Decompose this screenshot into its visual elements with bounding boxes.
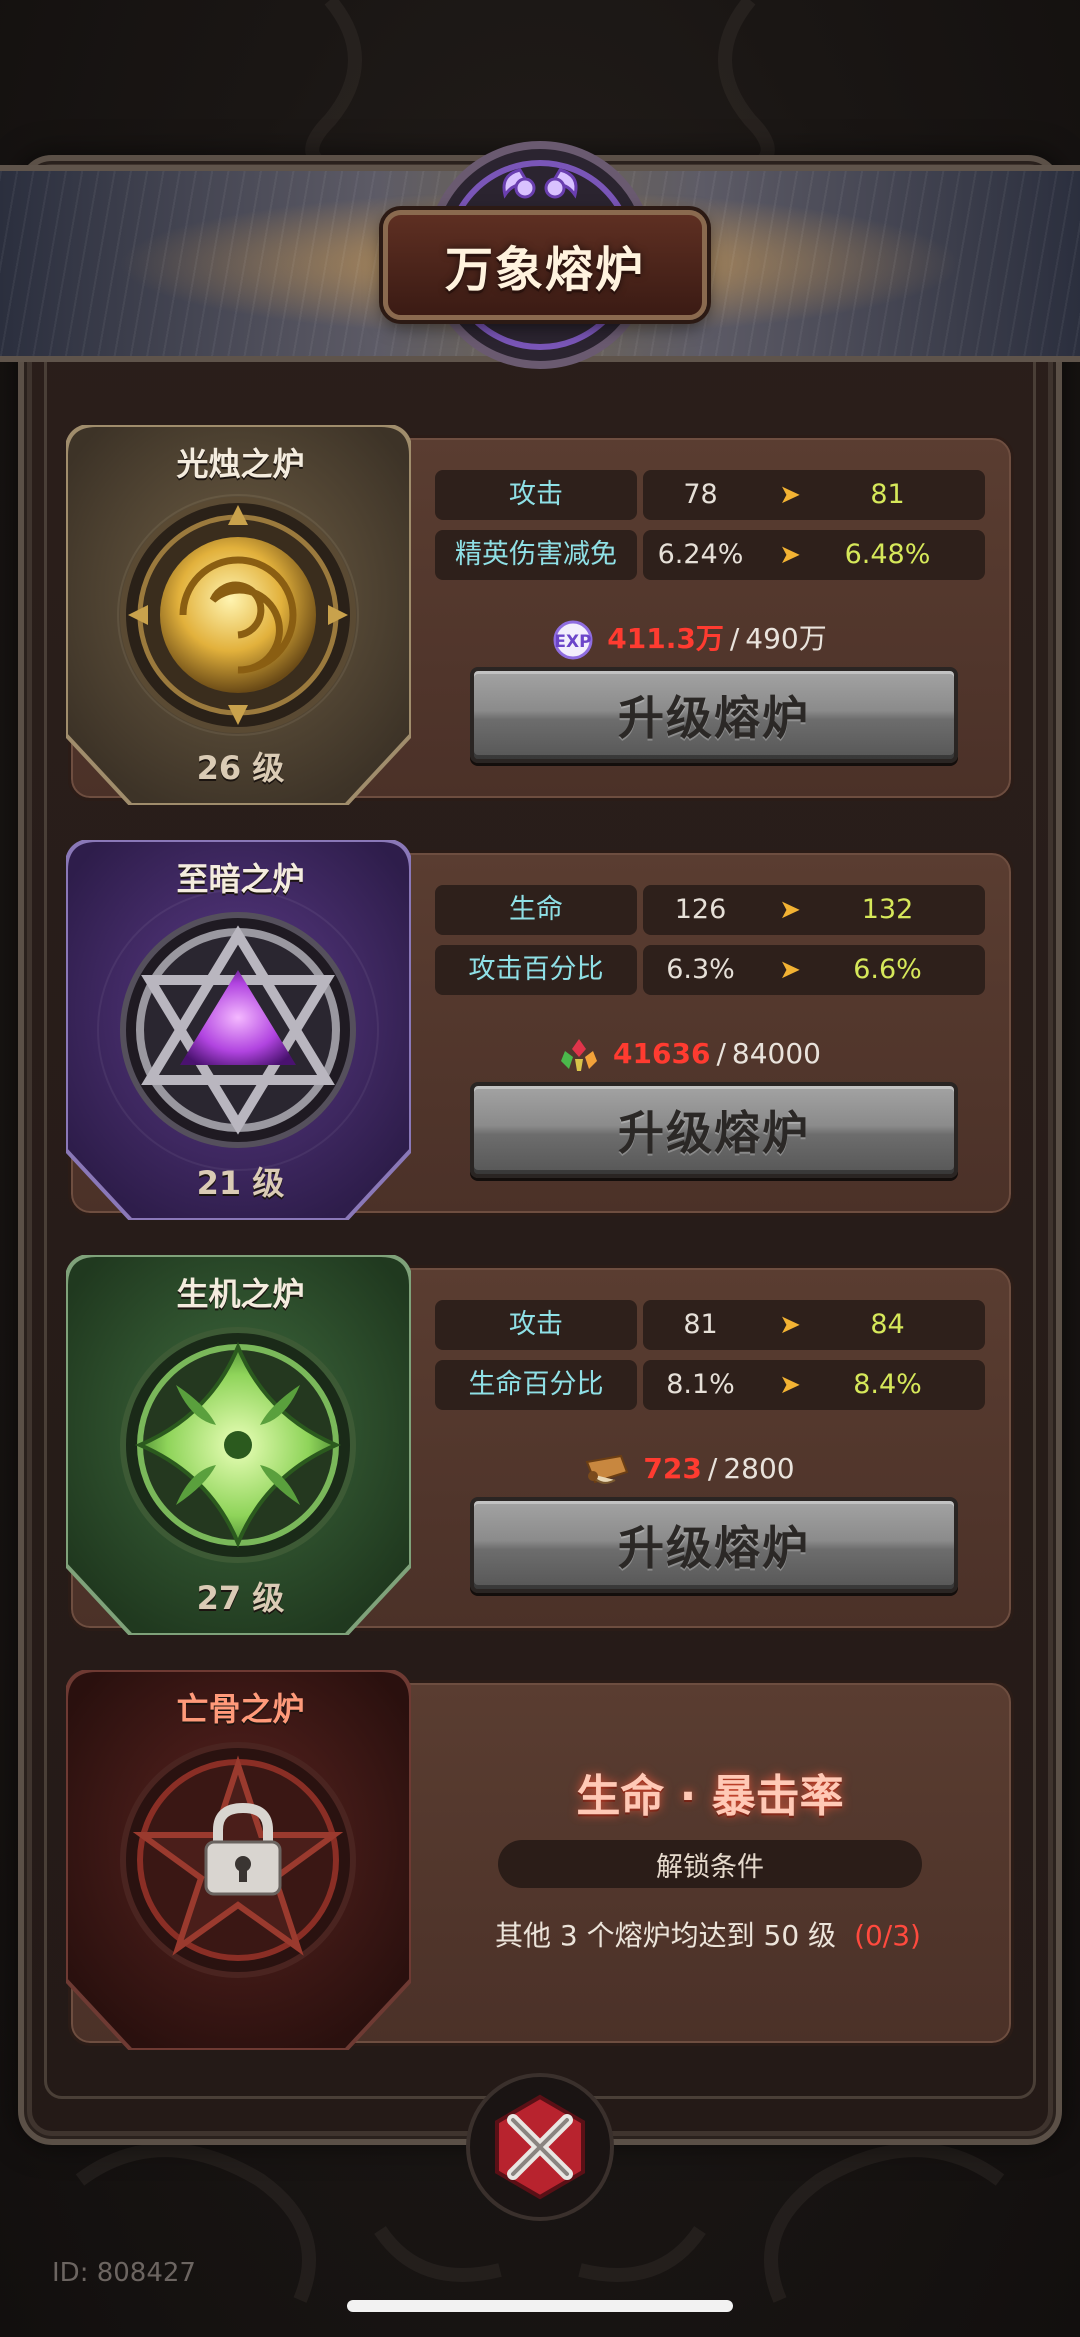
furnace-card-bone-locked: 亡骨之炉 生命 · 暴击率 解锁条件 其他 3 个熔炉均达到 50 级 (0/3) [66,1670,1014,2050]
close-button[interactable] [465,2072,615,2222]
page-title: 万象熔炉 [444,242,645,298]
upgrade-button-label: 升级熔炉 [618,691,810,745]
cost-line: 723/2800 [368,1447,1008,1491]
scroll-icon [586,1454,629,1484]
lock-icon [204,1802,282,1896]
player-id: ID: 808427 [52,2258,196,2288]
cost-max: 490万 [745,622,827,655]
furnace-card-light: 光烛之炉 26 级 攻击 78 ➤ 81 精英伤害减免 6.24% ➤ 6.48… [66,425,1014,805]
stat-old-value: 126 [674,894,727,925]
stat-row: 攻击 78 ➤ 81 [435,470,985,520]
stat-old-value: 6.24% [657,539,744,570]
stat-new-value: 8.4% [853,1369,922,1400]
furnace-card-life: 生机之炉 27 级 攻击 81 ➤ 84 生命百分比 8.1% ➤ 8.4% 7… [66,1255,1014,1635]
stat-row: 攻击百分比 6.3% ➤ 6.6% [435,945,985,995]
furnace-name: 光烛之炉 [176,445,305,483]
stat-old-value: 78 [683,479,718,510]
furnace-level: 21 级 [196,1164,285,1202]
cost-max: 2800 [723,1452,795,1485]
furnace-name: 生机之炉 [176,1275,305,1313]
unlock-progress: (0/3) [854,1919,921,1952]
cost-line: EXP 411.3万/490万 [368,617,1008,661]
stat-name: 精英伤害减免 [435,530,637,580]
home-indicator[interactable] [347,2300,733,2312]
stat-old-value: 81 [683,1309,718,1340]
stat-name: 生命 [435,885,637,935]
stat-row: 攻击 81 ➤ 84 [435,1300,985,1350]
unlock-condition-text: 其他 3 个熔炉均达到 50 级 [495,1919,837,1952]
upgrade-furnace-button[interactable]: 升级熔炉 [470,1497,958,1593]
exp-icon: EXP [553,620,593,660]
stat-new-value: 6.6% [853,954,922,985]
stat-old-value: 8.1% [666,1369,735,1400]
gem-cluster-icon [561,1039,598,1071]
upgrade-furnace-button[interactable]: 升级熔炉 [470,667,958,763]
cost-current: 723 [643,1452,702,1485]
furnace-level: 26 级 [196,749,285,787]
unlock-condition-label: 解锁条件 [498,1840,922,1888]
stat-new-value: 132 [861,894,914,925]
cost-separator: / [707,1452,718,1485]
upgrade-button-label: 升级熔炉 [618,1106,810,1160]
cost-line: 41636/84000 [368,1032,1008,1076]
furnace-card-dark: 至暗之炉 21 级 生命 126 ➤ 132 攻击百分比 6.3% ➤ 6.6%… [66,840,1014,1220]
title-plate: 万象熔炉 [383,210,707,320]
furnace-name: 亡骨之炉 [176,1690,305,1728]
cost-current: 411.3万 [607,622,724,655]
furnace-level: 27 级 [196,1579,285,1617]
stat-new-value: 81 [870,479,905,510]
stat-new-value: 84 [870,1309,905,1340]
stat-name: 攻击 [435,470,637,520]
stat-row: 生命 126 ➤ 132 [435,885,985,935]
upgrade-furnace-button[interactable]: 升级熔炉 [470,1082,958,1178]
stat-row: 精英伤害减免 6.24% ➤ 6.48% [435,530,985,580]
stat-row: 生命百分比 8.1% ➤ 8.4% [435,1360,985,1410]
unlock-label-text: 解锁条件 [656,1851,764,1883]
stat-new-value: 6.48% [844,539,931,570]
cost-max: 84000 [731,1037,821,1070]
locked-stat-text: 生命 · 暴击率 [576,1771,844,1822]
cost-current: 41636 [613,1037,711,1070]
upgrade-button-label: 升级熔炉 [618,1521,810,1575]
stat-old-value: 6.3% [666,954,735,985]
stat-name: 攻击 [435,1300,637,1350]
stat-name: 攻击百分比 [435,945,637,995]
unlock-condition: 其他 3 个熔炉均达到 50 级 (0/3) [408,1914,1008,1954]
furnace-name: 至暗之炉 [176,860,305,898]
cost-separator: / [729,622,740,655]
svg-text:EXP: EXP [555,632,592,652]
stat-name: 生命百分比 [435,1360,637,1410]
cost-separator: / [716,1037,726,1070]
